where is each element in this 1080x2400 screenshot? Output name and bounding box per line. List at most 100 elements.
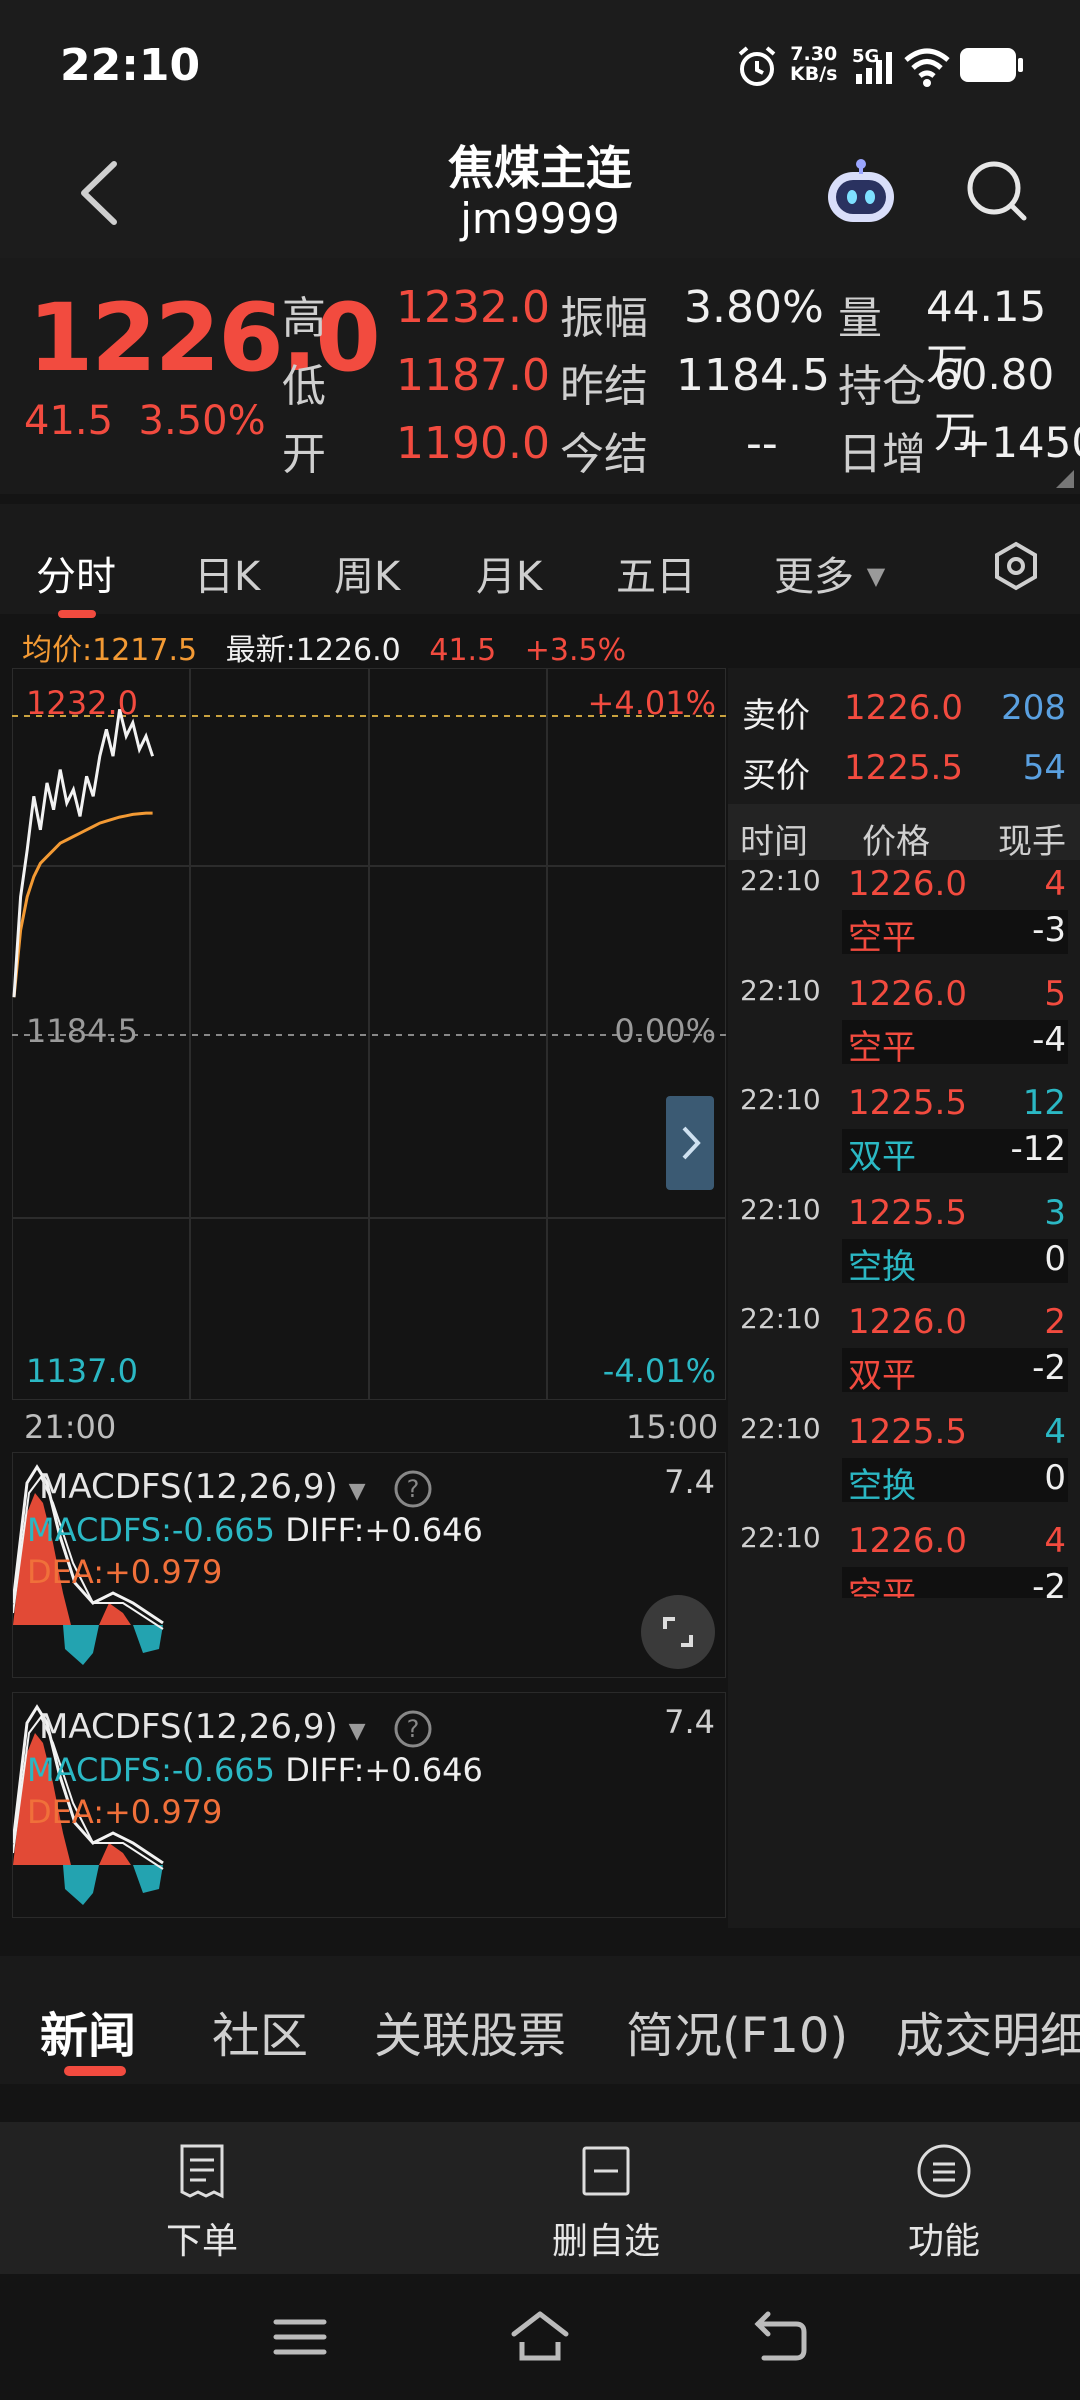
macd-title-2: MACDFS(12,26,9) <box>39 1707 338 1747</box>
tick-volume: 2 <box>1044 1302 1066 1342</box>
header: 焦煤主连 jm9999 <box>0 128 1080 258</box>
tick-time: 22:10 <box>740 973 821 1007</box>
svg-text:?: ? <box>407 1715 420 1743</box>
col-time: 时间 <box>740 822 808 862</box>
tick-time: 22:10 <box>740 1302 821 1335</box>
macd-panel-2[interactable]: MACDFS(12,26,9) ▼ ? 7.4 MACDFS:-0.665 DI… <box>12 1692 726 1918</box>
col-price: 价格 <box>862 822 930 862</box>
oi-label: 持仓 <box>838 361 926 412</box>
bid-price: 1225.5 <box>844 748 963 788</box>
tick-price: 1225.5 <box>848 1192 967 1233</box>
active-info-tab-indicator <box>64 2066 126 2076</box>
tick-row: 22:10 1226.0 4 空平 -2 <box>728 1521 1080 1598</box>
order-button[interactable]: 下单 <box>102 2142 302 2264</box>
macd-panel-1[interactable]: MACDFS(12,26,9) ▼ ? 7.4 MACDFS:-0.665 DI… <box>12 1452 726 1678</box>
tab-intraday[interactable]: 分时 <box>36 544 116 602</box>
prev-settle-label: 昨结 <box>560 361 648 412</box>
period-tabs: 分时 日K 周K 月K 五日 更多 ▼ <box>0 494 1080 618</box>
tick-type: 空平 <box>848 1027 916 1068</box>
tick-oi-change: 0 <box>1044 1457 1066 1498</box>
tab-overview[interactable]: 简况(F10) <box>626 1996 848 2066</box>
order-label: 下单 <box>165 2221 238 2262</box>
tick-oi-change: -12 <box>1010 1129 1066 1169</box>
tick-price: 1225.5 <box>848 1083 967 1123</box>
tick-row: 22:10 1226.0 5 空平 -4 <box>728 974 1080 1083</box>
tick-row: 22:10 1225.5 12 双平 -12 <box>728 1083 1080 1192</box>
ask-price: 1226.0 <box>844 688 963 728</box>
tick-oi-change: 0 <box>1044 1238 1066 1279</box>
settle-label: 今结 <box>560 429 648 480</box>
tick-row: 22:10 1226.0 4 空平 -3 <box>728 864 1080 973</box>
tick-volume: 4 <box>1044 864 1066 904</box>
tick-row: 22:10 1225.5 4 空换 0 <box>728 1412 1080 1521</box>
macd-title: MACDFS(12,26,9) <box>39 1467 338 1507</box>
change-percent: 3.50% <box>138 398 266 444</box>
chart-end-time: 15:00 <box>626 1408 719 1446</box>
tab-community[interactable]: 社区 <box>212 1996 308 2066</box>
help-icon[interactable]: ? <box>393 1709 433 1749</box>
remove-favorite-button[interactable]: 删自选 <box>506 2142 706 2264</box>
tab-more-label: 更多 <box>774 554 854 600</box>
avg-price: 均价:1217.5 <box>22 633 198 668</box>
status-time: 22:10 <box>60 40 201 91</box>
settle-value: -- <box>746 418 778 469</box>
daily-inc-value: +1450 <box>956 418 1080 467</box>
fullscreen-button[interactable] <box>641 1595 715 1669</box>
tab-weekly-k[interactable]: 周K <box>334 544 400 602</box>
chart-bot-pct: -4.01% <box>602 1352 716 1390</box>
contract-code: jm9999 <box>460 194 620 243</box>
tick-price: 1226.0 <box>848 973 967 1014</box>
function-button[interactable]: 功能 <box>844 2142 1044 2264</box>
function-label: 功能 <box>907 2221 980 2262</box>
macd-values-2: MACDFS:-0.665 DIFF:+0.646 <box>27 1751 483 1789</box>
remove-favorite-icon <box>582 2146 630 2196</box>
tick-volume: 4 <box>1044 1411 1066 1452</box>
price-change: 41.5 3.50% <box>24 398 266 444</box>
bid-volume: 54 <box>1022 748 1066 788</box>
settings-hexagon-icon[interactable] <box>990 540 1042 592</box>
chart-top-pct: +4.01% <box>587 684 716 722</box>
diff-value-2: DIFF:+0.646 <box>285 1751 483 1789</box>
tick-oi-change: -2 <box>1032 1348 1066 1388</box>
tick-oi-change: -2 <box>1032 1567 1066 1598</box>
macd-indicator-selector[interactable]: MACDFS(12,26,9) ▼ <box>39 1467 366 1507</box>
tab-news[interactable]: 新闻 <box>40 1996 136 2066</box>
tab-related-stocks[interactable]: 关联股票 <box>374 1996 566 2066</box>
amplitude-label: 振幅 <box>560 293 648 344</box>
tab-monthly-k[interactable]: 月K <box>476 544 542 602</box>
tab-five-day[interactable]: 五日 <box>616 544 696 602</box>
ask-label: 卖价 <box>742 696 810 736</box>
intraday-chart[interactable]: 1232.0 +4.01% 1184.5 0.00% 1137.0 -4.01% <box>12 668 726 1400</box>
tab-daily-k[interactable]: 日K <box>194 544 260 602</box>
remove-favorite-label: 删自选 <box>551 2221 660 2262</box>
svg-text:?: ? <box>407 1475 420 1503</box>
search-icon[interactable] <box>962 156 1032 226</box>
back-nav-icon[interactable] <box>752 2308 810 2364</box>
home-icon[interactable] <box>510 2308 570 2364</box>
dea-value: DEA:+0.979 <box>27 1553 223 1591</box>
volume-label: 量 <box>838 293 882 344</box>
tick-time: 22:10 <box>740 864 821 897</box>
macd-values: MACDFS:-0.665 DIFF:+0.646 <box>27 1511 483 1549</box>
help-icon[interactable]: ? <box>393 1469 433 1509</box>
tab-trade-detail[interactable]: 成交明细 <box>896 1996 1080 2066</box>
battery-icon <box>960 48 1023 82</box>
tick-list[interactable]: 22:10 1226.0 4 空平 -3 22:10 1226.0 5 空平 -4 22:10 122… <box>728 864 1080 1598</box>
order-book: 卖价 1226.0 208 买价 1225.5 54 时间 价格 现手 22:1… <box>728 668 1080 1928</box>
tick-type: 空平 <box>848 1575 916 1598</box>
expand-corner-icon[interactable] <box>1056 470 1074 488</box>
daily-inc-label: 日增 <box>838 429 926 480</box>
macdfs-value: MACDFS:-0.665 <box>27 1511 276 1549</box>
robot-assistant-icon[interactable] <box>822 154 900 232</box>
menu-icon[interactable] <box>272 2314 328 2360</box>
col-vol: 现手 <box>998 822 1066 862</box>
tick-price: 1226.0 <box>848 1521 967 1561</box>
low-label: 低 <box>282 361 326 412</box>
net-speed: 7.30 KB/s <box>790 43 838 85</box>
macd-indicator-selector-2[interactable]: MACDFS(12,26,9) ▼ <box>39 1707 366 1747</box>
tick-oi-change: -3 <box>1032 910 1066 950</box>
expand-panel-button[interactable] <box>666 1096 714 1190</box>
tick-volume: 4 <box>1044 1521 1066 1561</box>
tab-more[interactable]: 更多 ▼ <box>774 544 885 602</box>
tick-price: 1226.0 <box>848 864 967 904</box>
